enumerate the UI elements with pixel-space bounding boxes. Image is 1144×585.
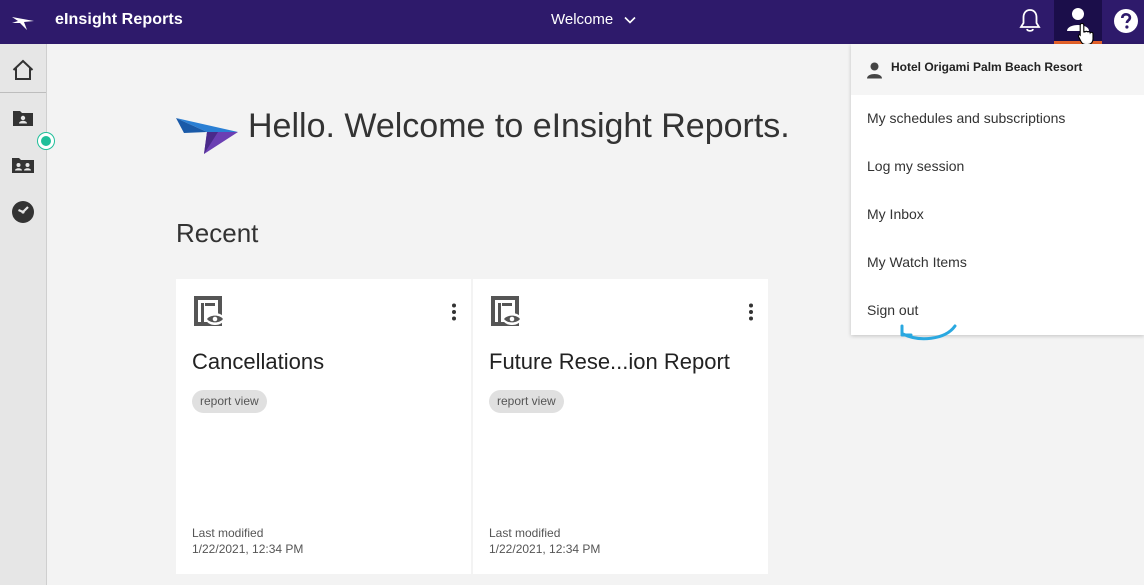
einsight-logo-icon [176,118,238,154]
help-icon[interactable] [1113,8,1139,34]
last-modified-label: Last modified [192,526,264,540]
welcome-menu[interactable]: Welcome [551,11,637,28]
my-content-folder-icon [13,111,33,126]
last-modified-date: 1/22/2021, 12:34 PM [489,542,601,556]
report-view-icon [194,296,224,326]
card-type-tag: report view [192,390,267,413]
welcome-menu-label: Welcome [551,11,614,28]
menu-item-watch-items[interactable]: My Watch Items [867,254,967,270]
team-content-folder-icon [12,158,34,173]
menu-item-inbox[interactable]: My Inbox [867,206,924,222]
hand-cursor-icon [1077,22,1094,46]
card-title: Future Rese...ion Report [489,349,730,374]
recent-card[interactable]: Future Rese...ion Report report view Las… [473,279,768,574]
rail-my-content[interactable] [0,96,46,140]
chevron-down-icon [624,16,636,24]
kebab-menu-icon[interactable] [451,303,457,321]
left-nav-rail [0,44,54,585]
welcome-heading: Hello. Welcome to eInsight Reports. [248,107,790,145]
menu-item-log-session[interactable]: Log my session [867,158,964,174]
last-modified-date: 1/22/2021, 12:34 PM [192,542,304,556]
account-name: Hotel Origami Palm Beach Resort [891,60,1083,74]
bell-icon[interactable] [1017,7,1043,35]
kebab-menu-icon[interactable] [748,303,754,321]
user-menu-dropdown: Hotel Origami Palm Beach Resort My sched… [851,44,1144,335]
menu-item-schedules[interactable]: My schedules and subscriptions [867,110,1065,126]
last-modified-label: Last modified [489,526,561,540]
recent-clock-icon [12,201,34,223]
rail-team-content[interactable] [0,143,46,187]
rail-recent[interactable] [0,190,46,234]
recent-card[interactable]: Cancellations report view Last modified … [176,279,471,574]
app-title[interactable]: eInsight Reports [55,11,183,29]
card-title: Cancellations [192,349,325,374]
user-menu-header: Hotel Origami Palm Beach Resort [851,44,1144,95]
annotation-arrow-icon [900,324,957,341]
card-type-tag: report view [489,390,564,413]
recent-heading: Recent [176,218,259,248]
report-view-icon [491,296,521,326]
menu-item-sign-out[interactable]: Sign out [867,302,918,318]
top-bar: eInsight Reports Welcome [0,0,1144,46]
rail-home[interactable] [0,47,46,93]
bird-logo-icon[interactable] [10,9,36,35]
user-icon [867,62,882,79]
home-icon [12,59,34,80]
